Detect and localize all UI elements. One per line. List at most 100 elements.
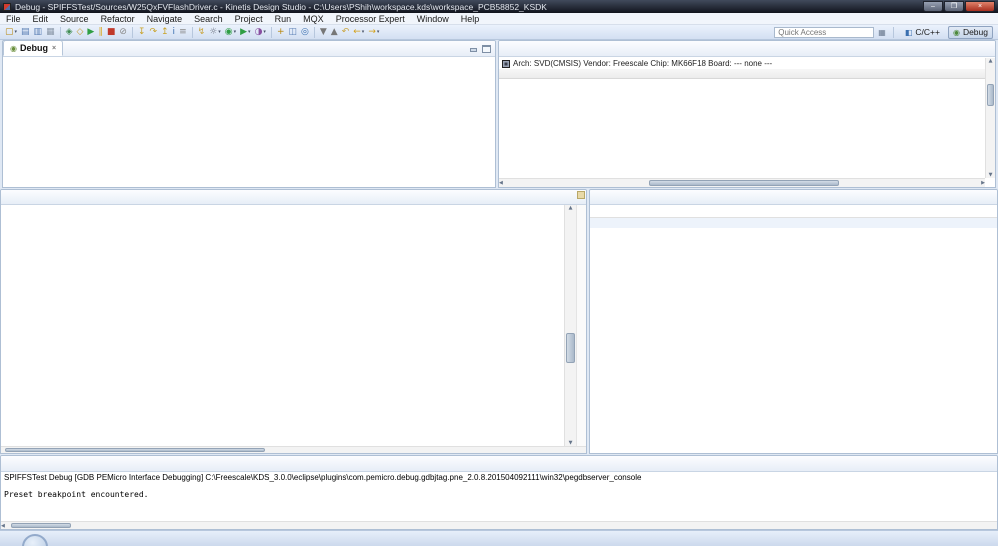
menu-window[interactable]: Window — [411, 14, 455, 24]
scroll-left-icon[interactable]: ◀ — [499, 180, 503, 186]
new-wizard-button[interactable]: + — [276, 26, 286, 39]
close-icon[interactable]: × — [52, 45, 56, 52]
back-button[interactable]: ← ▾ — [352, 26, 365, 39]
resume-button[interactable]: ▶ — [86, 26, 95, 39]
run-icon: ▶ — [240, 26, 248, 37]
trace-icon: ◇ — [76, 26, 84, 37]
suspend-button[interactable]: ∥ — [97, 26, 104, 39]
mqx-stack-usage-view — [589, 189, 998, 454]
save-all-button[interactable]: ▥ — [33, 26, 44, 39]
menu-navigate[interactable]: Navigate — [141, 14, 189, 24]
step-into-button[interactable]: ↧ — [137, 26, 147, 39]
debug-icon: ◉ — [224, 26, 233, 37]
print-icon: ▦ — [46, 26, 55, 37]
debug-view-tabbar: ◉ Debug × — [3, 41, 495, 57]
step-over-button[interactable]: ↷ — [148, 26, 158, 39]
maximize-button[interactable]: ❒ — [944, 1, 964, 12]
debug-configurations-button[interactable]: ☼ ▾ — [208, 26, 222, 39]
quick-access-input[interactable] — [774, 26, 875, 38]
menu-file[interactable]: File — [0, 14, 27, 24]
next-annotation-button[interactable]: ▼ — [319, 26, 328, 39]
menu-source[interactable]: Source — [54, 14, 95, 24]
search-icon: ◎ — [301, 26, 309, 37]
debug-perspective-icon: ◉ — [952, 27, 960, 37]
embsys-arch-info: Arch: SVD(CMSIS) Vendor: Freescale Chip:… — [513, 59, 773, 68]
run-button[interactable]: ▶ ▾ — [239, 26, 251, 39]
step-return-button[interactable]: ↥ — [160, 26, 170, 39]
console-horizontal-scrollbar[interactable]: ◀ — [1, 521, 997, 529]
scrollbar-thumb[interactable] — [649, 180, 839, 186]
scroll-left-icon[interactable]: ◀ — [1, 523, 5, 529]
scrollbar-thumb[interactable] — [5, 448, 265, 452]
menu-refactor[interactable]: Refactor — [95, 14, 141, 24]
mqx-table-header — [590, 205, 997, 218]
overview-ruler[interactable] — [576, 205, 586, 446]
print-button[interactable]: ▦ — [45, 26, 56, 39]
embsys-horizontal-scrollbar[interactable]: ◀ ▶ — [499, 178, 985, 187]
maximize-view-button[interactable] — [482, 45, 491, 53]
debug-target-button[interactable]: ◈ — [65, 26, 74, 39]
forward-icon: → — [368, 26, 376, 37]
perspective-debug-button[interactable]: ◉ Debug — [947, 25, 993, 39]
debug-button[interactable]: ◉ ▾ — [224, 26, 237, 39]
embsys-vertical-scrollbar[interactable]: ▲ ▼ — [985, 58, 995, 178]
dropdown-arrow-icon: ▾ — [263, 29, 266, 35]
menu-help[interactable]: Help — [455, 14, 486, 24]
menu-processor-expert[interactable]: Processor Expert — [330, 14, 411, 24]
previous-annotation-icon: ▲ — [330, 26, 338, 37]
scroll-down-icon[interactable]: ▼ — [986, 172, 995, 178]
register-table-header — [499, 69, 985, 79]
open-element-button[interactable]: ◫ — [287, 26, 298, 39]
menu-search[interactable]: Search — [188, 14, 229, 24]
window-trim — [0, 530, 998, 546]
perspective-cpp-button[interactable]: ◧ C/C++ — [901, 26, 944, 39]
flash-programmer-button[interactable]: ↯ — [197, 26, 207, 39]
menu-mqx[interactable]: MQX — [297, 14, 330, 24]
search-button[interactable]: ◎ — [300, 26, 310, 39]
trace-button[interactable]: ◇ — [76, 26, 85, 39]
editor-vertical-scrollbar[interactable]: ▲ ▼ — [564, 205, 576, 446]
scroll-up-icon[interactable]: ▲ — [986, 58, 995, 64]
scrollbar-thumb[interactable] — [987, 84, 994, 106]
last-edit-location-button[interactable]: ↶ — [341, 26, 351, 39]
editor-area-icon[interactable]: ▦ — [878, 26, 886, 39]
minimize-button[interactable]: – — [923, 1, 943, 12]
console-output[interactable]: Preset breakpoint encountered. — [1, 488, 997, 501]
editor-horizontal-scrollbar[interactable] — [1, 446, 586, 453]
debug-launch-tree — [3, 58, 495, 187]
save-button[interactable]: ▤ — [20, 26, 31, 39]
code-area[interactable] — [1, 205, 564, 446]
dropdown-arrow-icon: ▾ — [218, 29, 221, 35]
dropdown-arrow-icon: ▾ — [14, 29, 18, 35]
terminate-icon: ■ — [106, 26, 116, 37]
menu-bar: File Edit Source Refactor Navigate Search Proj… — [0, 13, 998, 25]
new-icon: ▢ — [5, 26, 14, 37]
scroll-right-icon[interactable]: ▶ — [981, 180, 985, 186]
toolbar-separator — [59, 26, 61, 38]
previous-annotation-button[interactable]: ▲ — [330, 26, 339, 39]
title-bar: Debug - SPIFFSTest/Sources/W25QxFVFlashD… — [0, 0, 998, 13]
disconnect-button[interactable]: ⊘ — [118, 26, 128, 39]
suspend-icon: ∥ — [98, 26, 103, 37]
drop-to-frame-button[interactable]: ≡ — [178, 26, 188, 39]
new-button[interactable]: ▢ ▾ — [4, 26, 18, 39]
close-button[interactable]: × — [965, 1, 995, 12]
menu-project[interactable]: Project — [229, 14, 269, 24]
step-return-icon: ↥ — [161, 26, 169, 37]
menu-run[interactable]: Run — [269, 14, 298, 24]
forward-button[interactable]: → ▾ — [367, 26, 380, 39]
toolbar-separator — [191, 26, 193, 38]
minimize-view-button[interactable] — [469, 46, 478, 53]
perspective-debug-label: Debug — [962, 27, 988, 37]
profile-button[interactable]: ◑ ▾ — [254, 26, 267, 39]
scrollbar-thumb[interactable] — [11, 523, 71, 528]
dropdown-arrow-icon: ▾ — [376, 29, 380, 35]
menu-edit[interactable]: Edit — [27, 14, 55, 24]
embsys-registers-view: Arch: SVD(CMSIS) Vendor: Freescale Chip:… — [498, 40, 996, 188]
terminate-button[interactable]: ■ — [106, 26, 117, 39]
instruction-stepping-button[interactable]: i — [172, 26, 177, 39]
scroll-up-icon[interactable]: ▲ — [565, 205, 576, 211]
tab-debug[interactable]: ◉ Debug × — [3, 41, 64, 56]
scrollbar-thumb[interactable] — [566, 333, 575, 363]
step-into-icon: ↧ — [137, 26, 146, 37]
